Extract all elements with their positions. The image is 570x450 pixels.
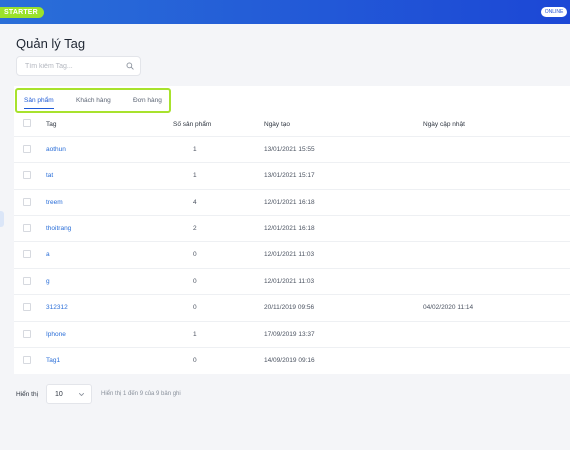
- product-count: 1: [193, 172, 197, 179]
- column-header-tag[interactable]: Tag: [46, 121, 56, 128]
- table-row: a 0 12/01/2021 11:03: [14, 241, 570, 267]
- tag-name-link[interactable]: a: [46, 251, 50, 258]
- table-header: Tag Số sản phẩm Ngày tạo Ngày cập nhật: [14, 116, 570, 136]
- tab-products[interactable]: Sản phẩm: [24, 97, 54, 109]
- created-date: 17/09/2019 13:37: [264, 331, 315, 338]
- table-row: Iphone 1 17/09/2019 13:37: [14, 321, 570, 347]
- tag-name-link[interactable]: Iphone: [46, 331, 66, 338]
- product-count: 0: [193, 304, 197, 311]
- page-size-value: 10: [55, 391, 63, 398]
- tag-name-link[interactable]: g: [46, 278, 50, 285]
- updated-date: 04/02/2020 11:14: [423, 304, 474, 311]
- search-box: [16, 56, 141, 76]
- product-count: 1: [193, 331, 197, 338]
- product-count: 0: [193, 251, 197, 258]
- plan-badge: STARTER: [0, 7, 44, 18]
- page-title: Quản lý Tag: [16, 36, 86, 51]
- created-date: 12/01/2021 16:18: [264, 199, 315, 206]
- table-row: aothun 1 13/01/2021 15:55: [14, 136, 570, 162]
- page-size-label: Hiển thị: [16, 391, 39, 398]
- tab-customers[interactable]: Khách hàng: [76, 97, 111, 104]
- tag-name-link[interactable]: treem: [46, 199, 63, 206]
- created-date: 12/01/2021 11:03: [264, 278, 315, 285]
- table-row: thoitrang 2 12/01/2021 16:18: [14, 215, 570, 241]
- column-header-updated[interactable]: Ngày cập nhật: [423, 121, 465, 128]
- page-size-select[interactable]: 10: [46, 384, 92, 404]
- pagination-info: Hiển thị 1 đến 9 của 9 bản ghi: [101, 391, 181, 397]
- row-checkbox[interactable]: [23, 330, 31, 338]
- column-header-created[interactable]: Ngày tạo: [264, 121, 290, 128]
- product-count: 0: [193, 357, 197, 364]
- row-checkbox[interactable]: [23, 356, 31, 364]
- row-checkbox[interactable]: [23, 277, 31, 285]
- row-checkbox[interactable]: [23, 224, 31, 232]
- search-icon[interactable]: [126, 62, 134, 70]
- created-date: 12/01/2021 11:03: [264, 251, 315, 258]
- product-count: 4: [193, 199, 197, 206]
- created-date: 20/11/2019 09:56: [264, 304, 315, 311]
- search-input[interactable]: [25, 57, 125, 75]
- tag-name-link[interactable]: 312312: [46, 304, 68, 311]
- column-header-count[interactable]: Số sản phẩm: [173, 121, 211, 128]
- row-checkbox[interactable]: [23, 250, 31, 258]
- tag-table-card: Sản phẩm Khách hàng Đơn hàng Tag Số sản …: [14, 86, 570, 374]
- tag-name-link[interactable]: tat: [46, 172, 53, 179]
- top-bar: STARTER ONLINE: [0, 0, 570, 24]
- row-checkbox[interactable]: [23, 145, 31, 153]
- status-badge: ONLINE: [541, 7, 567, 17]
- created-date: 14/09/2019 09:16: [264, 357, 315, 364]
- table-row: g 0 12/01/2021 11:03: [14, 268, 570, 294]
- created-date: 12/01/2021 16:18: [264, 225, 315, 232]
- product-count: 1: [193, 146, 197, 153]
- table-row: treem 4 12/01/2021 16:18: [14, 189, 570, 215]
- created-date: 13/01/2021 15:55: [264, 146, 315, 153]
- tag-name-link[interactable]: Tag1: [46, 357, 60, 364]
- sidebar-toggle-handle[interactable]: [0, 211, 4, 227]
- row-checkbox[interactable]: [23, 198, 31, 206]
- created-date: 13/01/2021 15:17: [264, 172, 315, 179]
- product-count: 2: [193, 225, 197, 232]
- table-row: tat 1 13/01/2021 15:17: [14, 162, 570, 188]
- tab-orders[interactable]: Đơn hàng: [133, 97, 162, 104]
- tab-bar: Sản phẩm Khách hàng Đơn hàng: [15, 88, 171, 113]
- select-all-checkbox[interactable]: [23, 119, 31, 127]
- tag-name-link[interactable]: aothun: [46, 146, 66, 153]
- row-checkbox[interactable]: [23, 171, 31, 179]
- chevron-down-icon: [78, 393, 85, 396]
- row-checkbox[interactable]: [23, 303, 31, 311]
- tag-name-link[interactable]: thoitrang: [46, 225, 71, 232]
- table-row: 312312 0 20/11/2019 09:56 04/02/2020 11:…: [14, 294, 570, 320]
- table-row: Tag1 0 14/09/2019 09:16: [14, 347, 570, 373]
- product-count: 0: [193, 278, 197, 285]
